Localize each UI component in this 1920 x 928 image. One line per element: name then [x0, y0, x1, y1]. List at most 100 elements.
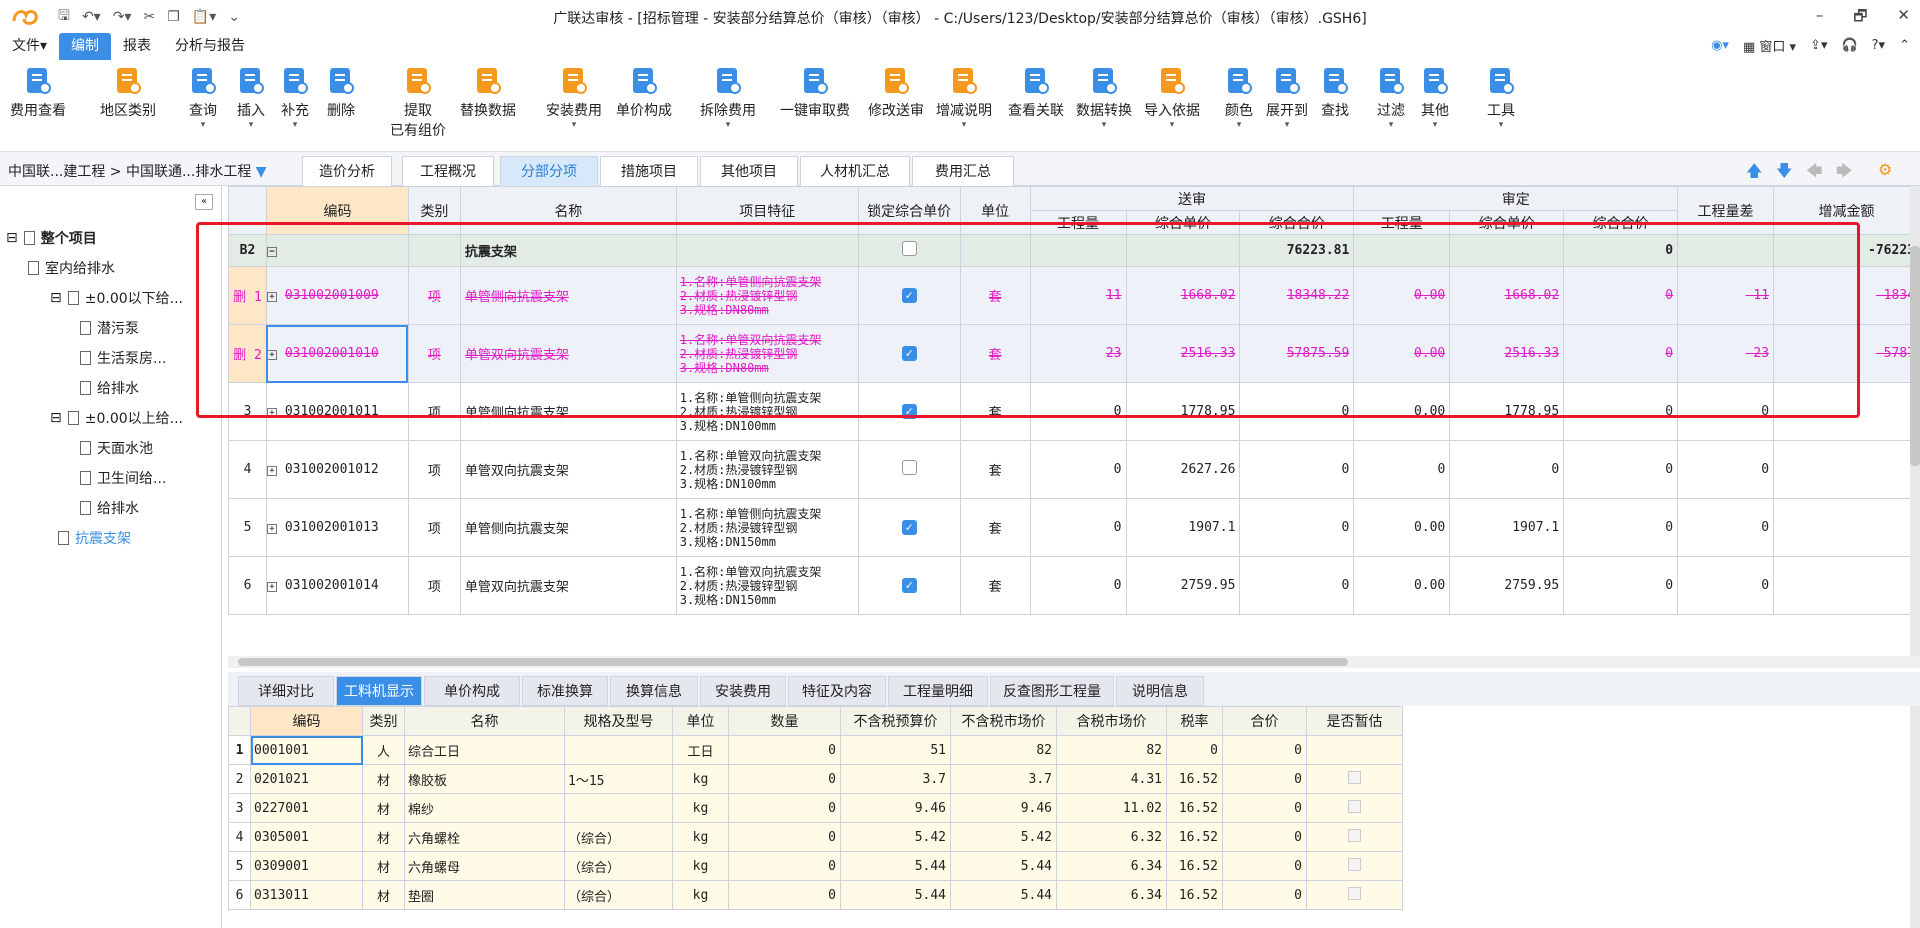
resource-cell[interactable]: 0: [728, 793, 841, 823]
resource-cell[interactable]: 11.02: [1056, 793, 1167, 823]
bcol-header[interactable]: 不含税预算价: [840, 706, 951, 736]
resource-cell[interactable]: 0: [1222, 735, 1307, 765]
ribbon-button-21[interactable]: 其他 ▾: [1420, 66, 1450, 130]
lock-price-checkbox[interactable]: ✓: [901, 404, 917, 419]
expand-icon[interactable]: +: [267, 408, 277, 418]
ribbon-button-2[interactable]: 查询 ▾: [188, 66, 218, 130]
resource-cell[interactable]: 0: [728, 851, 841, 881]
expand-icon[interactable]: +: [267, 466, 277, 476]
resource-cell[interactable]: 6.34: [1056, 851, 1167, 881]
row-code[interactable]: + 031002001012: [265, 440, 409, 499]
expand-icon[interactable]: +: [267, 524, 277, 534]
resource-cell[interactable]: 6.32: [1056, 822, 1167, 852]
bcol-header[interactable]: 不含税市场价: [950, 706, 1057, 736]
ribbon-button-12[interactable]: 修改送审: [868, 66, 924, 120]
resource-cell[interactable]: 16.52: [1166, 822, 1223, 852]
arrow-right-icon[interactable]: 🡆: [1836, 160, 1853, 187]
tab-cost-analysis[interactable]: 造价分析: [302, 156, 392, 186]
resource-row[interactable]: 5 0309001 材六角螺母 （综合） kg 0 5.44 5.44 6.34 16.52 0: [228, 851, 1403, 881]
tree-toggle-icon[interactable]: ⊟: [6, 230, 18, 246]
resource-cell[interactable]: 16.52: [1166, 793, 1223, 823]
ribbon-button-16[interactable]: 导入依据 ▾: [1144, 66, 1200, 130]
resource-cell[interactable]: 51: [840, 735, 951, 765]
resource-cell[interactable]: 综合工日: [404, 735, 565, 765]
estimate-checkbox[interactable]: [1348, 828, 1361, 842]
window-menu[interactable]: ▦ 窗口 ▾: [1743, 36, 1796, 55]
resource-cell[interactable]: [564, 793, 673, 823]
estimate-checkbox[interactable]: [1348, 857, 1361, 871]
bottom-tab[interactable]: 换算信息: [610, 676, 698, 706]
save-icon[interactable]: 🖫: [58, 5, 70, 29]
collapse-panel-icon[interactable]: «: [195, 194, 213, 210]
tab-measures[interactable]: 措施项目: [600, 156, 698, 186]
resource-cell[interactable]: 0313011: [250, 880, 363, 910]
resource-cell[interactable]: 0201021: [250, 764, 363, 794]
resource-cell[interactable]: 5.42: [840, 822, 951, 852]
resource-row[interactable]: 3 0227001 材棉纱 kg 0 9.46 9.46 11.02 16.52 0: [228, 793, 1403, 823]
resource-cell[interactable]: 垫圈: [404, 880, 565, 910]
ribbon-button-14[interactable]: 查看关联: [1008, 66, 1064, 120]
ribbon-button-3[interactable]: 插入 ▾: [236, 66, 266, 130]
chevron-down-icon[interactable]: ▼: [256, 164, 267, 180]
resource-cell[interactable]: 0: [1222, 764, 1307, 794]
resource-cell[interactable]: 工日: [672, 735, 729, 765]
undo-icon[interactable]: ↶▾: [82, 9, 101, 25]
grid-vscroll-thumb[interactable]: [1910, 246, 1920, 466]
resource-cell[interactable]: 材: [362, 851, 405, 881]
resource-cell[interactable]: 6: [228, 880, 251, 910]
ribbon-button-13[interactable]: 增减说明 ▾: [936, 66, 992, 130]
resource-cell[interactable]: 0: [1222, 851, 1307, 881]
menu-edit[interactable]: 编制: [59, 33, 112, 60]
bcol-header[interactable]: 税率: [1166, 706, 1223, 736]
estimate-checkbox[interactable]: [1348, 799, 1361, 813]
col-sent-total[interactable]: 综合合价: [1239, 210, 1355, 235]
table-row[interactable]: 6 + 031002001014 项单管双向抗震支架 1.名称:单管双向抗震支架 2.材…: [228, 556, 1920, 615]
settings-icon[interactable]: ⚙: [1878, 160, 1892, 179]
col-type[interactable]: 类别: [407, 186, 461, 235]
resource-cell[interactable]: 0: [728, 735, 841, 765]
resource-row[interactable]: 1 0001001 人综合工日 工日 0 51 82 82 0 0: [228, 735, 1403, 765]
grid-hscroll-thumb[interactable]: [238, 658, 1348, 666]
resource-cell[interactable]: 0: [1166, 735, 1223, 765]
resource-cell[interactable]: 人: [362, 735, 405, 765]
row-code[interactable]: + 031002001014: [265, 556, 409, 615]
resource-cell[interactable]: （综合）: [564, 851, 673, 881]
row-code[interactable]: + 031002001009: [265, 266, 409, 325]
group-lock-checkbox[interactable]: [901, 241, 917, 256]
col-sent-qty[interactable]: 工程量: [1029, 210, 1127, 235]
group-toggle[interactable]: −: [265, 234, 409, 267]
ribbon-button-0[interactable]: 费用查看: [10, 66, 66, 120]
lock-price-checkbox[interactable]: ✓: [901, 288, 917, 303]
bcol-header[interactable]: 单位: [672, 706, 729, 736]
resource-cell[interactable]: 材: [362, 764, 405, 794]
tree-node[interactable]: 潜污泵: [80, 318, 139, 338]
ribbon-button-4[interactable]: 补充 ▾: [280, 66, 310, 130]
resource-row[interactable]: 4 0305001 材六角螺栓 （综合） kg 0 5.42 5.42 6.32 16.52 0: [228, 822, 1403, 852]
ribbon-button-7[interactable]: 替换数据: [460, 66, 516, 120]
help-icon[interactable]: ?▾: [1872, 38, 1885, 53]
resource-cell[interactable]: kg: [672, 822, 729, 852]
ribbon-button-11[interactable]: 一键审取费: [780, 66, 850, 120]
tree-node[interactable]: ⊟ 整个项目: [6, 228, 97, 248]
resource-cell[interactable]: 3: [228, 793, 251, 823]
row-code[interactable]: + 031002001011: [265, 382, 409, 441]
resource-cell[interactable]: 3.7: [950, 764, 1057, 794]
tree-node[interactable]: 室内给排水: [28, 258, 115, 278]
row-code[interactable]: + 031002001013: [265, 498, 409, 557]
resource-cell[interactable]: kg: [672, 764, 729, 794]
ribbon-button-17[interactable]: 颜色 ▾: [1224, 66, 1254, 130]
resource-cell[interactable]: 0227001: [250, 793, 363, 823]
col-qty-diff[interactable]: 工程量差: [1677, 186, 1775, 235]
arrow-down-icon[interactable]: 🡇: [1776, 160, 1792, 187]
tree-node[interactable]: 生活泵房...: [80, 348, 166, 368]
tab-fee-summary[interactable]: 费用汇总: [912, 156, 1014, 186]
customize-icon[interactable]: ⌄: [228, 9, 240, 25]
menu-report[interactable]: 报表: [111, 33, 163, 60]
tree-node[interactable]: 天面水池: [80, 438, 153, 458]
resource-cell[interactable]: 0: [728, 764, 841, 794]
bcol-header[interactable]: 合价: [1222, 706, 1307, 736]
bottom-tab[interactable]: 安装费用: [700, 676, 786, 706]
collapse-ribbon-icon[interactable]: ⌃: [1899, 38, 1910, 53]
tree-node[interactable]: 给排水: [80, 498, 139, 518]
lock-price-checkbox[interactable]: ✓: [901, 346, 917, 361]
